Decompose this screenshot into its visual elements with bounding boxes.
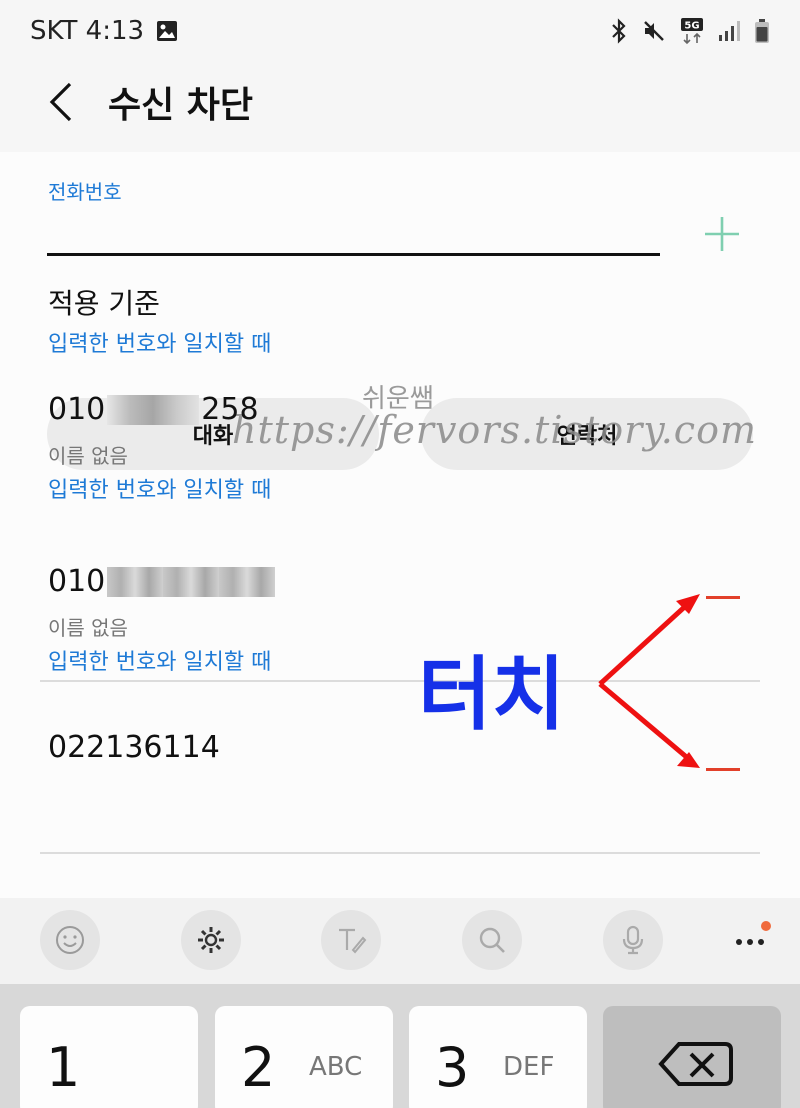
blocked-number: 010 258 xyxy=(48,392,259,427)
more-icon xyxy=(736,921,771,945)
key-1[interactable]: 1 xyxy=(20,1006,198,1108)
blocked-number: 010 xyxy=(48,564,277,599)
key-letters: ABC xyxy=(309,1052,363,1082)
phone-number-input[interactable] xyxy=(47,208,660,256)
more-options-button[interactable] xyxy=(728,918,778,962)
backspace-key[interactable] xyxy=(603,1006,781,1108)
key-digit: 3 xyxy=(435,1036,470,1099)
blocked-number-item[interactable]: 010 이름 없음 입력한 번호와 일치할 때 xyxy=(0,542,800,771)
back-arrow-icon xyxy=(49,82,72,122)
number-prefix: 010 xyxy=(48,564,106,599)
add-number-button[interactable] xyxy=(702,214,742,254)
redacted-digits xyxy=(107,394,200,425)
match-criteria: 입력한 번호와 일치할 때 xyxy=(48,650,272,675)
search-icon xyxy=(479,927,505,953)
carrier-time: SKT 4:13 xyxy=(30,16,145,46)
blocked-number: 022136114 xyxy=(48,734,220,760)
blocked-number-item[interactable]: 010 258 이름 없음 입력한 번호와 일치할 때 xyxy=(0,370,800,599)
search-button[interactable] xyxy=(462,910,522,970)
criteria-value[interactable]: 입력한 번호와 일치할 때 xyxy=(48,326,271,358)
back-button[interactable] xyxy=(40,80,80,124)
plus-icon xyxy=(705,217,739,251)
key-2[interactable]: 2 ABC xyxy=(215,1006,393,1108)
key-digit: 2 xyxy=(241,1036,276,1099)
numeric-keypad: 1 2 ABC 3 DEF xyxy=(0,984,800,1108)
phone-number-label: 전화번호 xyxy=(48,180,122,204)
contact-name: 이름 없음 xyxy=(48,616,128,640)
criteria-title[interactable]: 적용 기준 xyxy=(48,282,160,322)
handwriting-icon xyxy=(339,928,367,954)
number-prefix: 010 xyxy=(48,392,106,427)
keyboard-toolbar xyxy=(0,898,800,984)
number-prefix: 022136114 xyxy=(48,734,220,760)
page-title: 수신 차단 xyxy=(108,85,254,126)
app-header: 수신 차단 xyxy=(0,62,800,142)
emoji-button[interactable] xyxy=(40,910,100,970)
mute-icon xyxy=(642,19,666,43)
key-letters: DEF xyxy=(503,1052,555,1082)
handwriting-button[interactable] xyxy=(321,910,381,970)
redacted-digits xyxy=(107,566,276,597)
settings-button[interactable] xyxy=(181,910,241,970)
voice-input-button[interactable] xyxy=(603,910,663,970)
number-suffix: 258 xyxy=(201,392,259,427)
gallery-notification-icon xyxy=(156,20,178,42)
signal-icon xyxy=(718,20,740,42)
mic-icon xyxy=(622,925,644,955)
contact-name: 이름 없음 xyxy=(48,444,128,468)
bluetooth-icon xyxy=(610,18,628,44)
network-5g-icon: 5G xyxy=(680,17,704,45)
backspace-icon xyxy=(658,1042,733,1086)
emoji-icon xyxy=(56,926,84,954)
blocked-number-item[interactable]: 022136114 xyxy=(0,714,800,884)
svg-text:5G: 5G xyxy=(684,21,699,32)
settings-icon xyxy=(198,927,224,953)
key-3[interactable]: 3 DEF xyxy=(409,1006,587,1108)
status-bar: SKT 4:13 5G xyxy=(0,0,800,62)
battery-icon xyxy=(754,18,770,44)
match-criteria: 입력한 번호와 일치할 때 xyxy=(48,478,272,503)
key-digit: 1 xyxy=(46,1036,81,1099)
